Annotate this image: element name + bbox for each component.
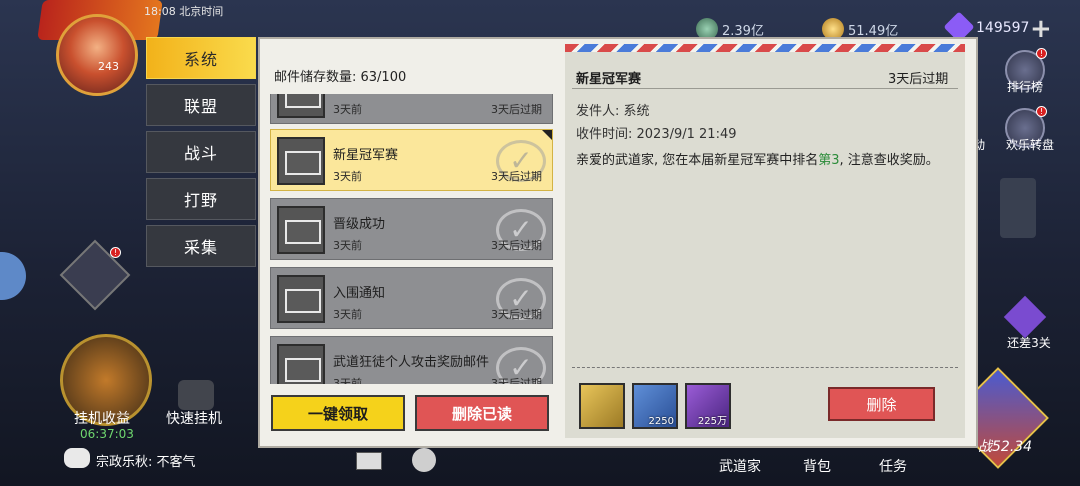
envelope-icon [277, 94, 325, 118]
mail-age: 3天前 [333, 170, 362, 183]
shop-alert-badge: ! [110, 247, 121, 258]
delete-read-button[interactable]: 删除已读 [415, 395, 549, 431]
tab-battle[interactable]: 战斗 [146, 131, 256, 173]
detail-expire: 3天后过期 [888, 72, 949, 87]
selected-corner-marker [542, 130, 552, 140]
mail-item-selected[interactable]: 新星冠军赛 3天前 ✓ 3天后过期 [270, 129, 553, 191]
chat-icon[interactable] [64, 448, 90, 468]
rank-label: 排行榜 [1006, 80, 1043, 94]
mail-expire: 3天后过期 [491, 377, 542, 384]
gem-count: 149597 [976, 20, 1030, 36]
mail-item[interactable]: 入围通知 3天前 ✓ 3天后过期 [270, 267, 553, 329]
power-label: 战52.34 [978, 439, 1033, 455]
mail-expire: 3天后过期 [491, 239, 542, 252]
mail-capacity: 邮件储存数量: 63/100 [274, 70, 407, 85]
detail-title: 新星冠军赛 [576, 72, 642, 87]
gold-ticket-icon[interactable] [579, 383, 625, 429]
mail-icon[interactable] [356, 452, 382, 470]
friends-icon[interactable] [412, 448, 436, 472]
mail-expire: 3天后过期 [491, 170, 542, 183]
mail-age: 3天前 [333, 308, 362, 321]
quick-idle-label[interactable]: 快速挂机 [166, 408, 222, 428]
tab-jungle[interactable]: 打野 [146, 178, 256, 220]
envelope-icon [277, 137, 325, 185]
mail-title: 入围通知 [333, 286, 386, 301]
mail-title: 新星冠军赛 [333, 148, 399, 163]
add-gems-button[interactable]: + [1030, 14, 1052, 44]
nav-martial-artist[interactable]: 武道家 [719, 456, 761, 476]
rewards-divider [572, 367, 958, 368]
side-drawer-handle[interactable] [0, 252, 26, 300]
clock-time: 18:08 北京时间 [144, 5, 224, 18]
detail-body: 亲爱的武道家, 您在本届新星冠军赛中排名第3, 注意查收奖励。 [576, 153, 939, 168]
stage-crystal-icon[interactable] [1003, 295, 1047, 339]
mail-item[interactable]: 武道狂徒个人攻击奖励邮件 3天前 ✓ 3天后过期 [270, 336, 553, 384]
envelope-icon [277, 275, 325, 323]
claim-all-button[interactable]: 一键领取 [271, 395, 405, 431]
wheel-alert-badge: ! [1036, 106, 1047, 117]
trash-bin-decoration [1000, 178, 1036, 238]
detail-received-time: 收件时间: 2023/9/1 21:49 [576, 127, 737, 142]
blue-ticket-icon[interactable]: 2250 [632, 383, 678, 429]
nav-bag[interactable]: 背包 [803, 456, 831, 476]
player-level: 243 [98, 60, 119, 73]
mail-age: 3天前 [333, 377, 362, 384]
mail-age: 3天前 [333, 239, 362, 252]
chat-text[interactable]: 宗政乐秋: 不客气 [96, 451, 196, 470]
idle-time: 06:37:03 [80, 427, 134, 441]
gold-coin-icon[interactable]: 225万 [685, 383, 731, 429]
mail-item[interactable]: 3天前 3天后过期 [270, 94, 553, 124]
quick-idle-icon[interactable] [178, 380, 214, 410]
tab-alliance[interactable]: 联盟 [146, 84, 256, 126]
player-avatar[interactable] [56, 14, 138, 96]
remain-label: 还差3关 [1007, 336, 1051, 350]
nav-task[interactable]: 任务 [879, 456, 907, 476]
mail-title: 晋级成功 [333, 217, 386, 232]
idle-reward-label: 挂机收益 [74, 411, 130, 427]
detail-divider [572, 88, 958, 89]
airmail-border [565, 44, 965, 52]
mail-expire: 3天后过期 [491, 308, 542, 321]
delete-button[interactable]: 删除 [828, 387, 935, 421]
mail-item[interactable]: 晋级成功 3天前 ✓ 3天后过期 [270, 198, 553, 260]
tab-gather[interactable]: 采集 [146, 225, 256, 267]
rank-highlight: 第3 [818, 153, 840, 168]
envelope-icon [277, 344, 325, 384]
envelope-icon [277, 206, 325, 254]
tab-system[interactable]: 系统 [146, 37, 256, 79]
detail-sender: 发件人: 系统 [576, 104, 650, 119]
mail-list[interactable]: 3天前 3天后过期 新星冠军赛 3天前 ✓ 3天后过期 晋级成功 3天前 ✓ 3… [268, 94, 556, 384]
lucky-wheel-label: 欢乐转盘 [1005, 138, 1054, 152]
rank-alert-badge: ! [1036, 48, 1047, 59]
mail-title: 武道狂徒个人攻击奖励邮件 [333, 355, 490, 370]
